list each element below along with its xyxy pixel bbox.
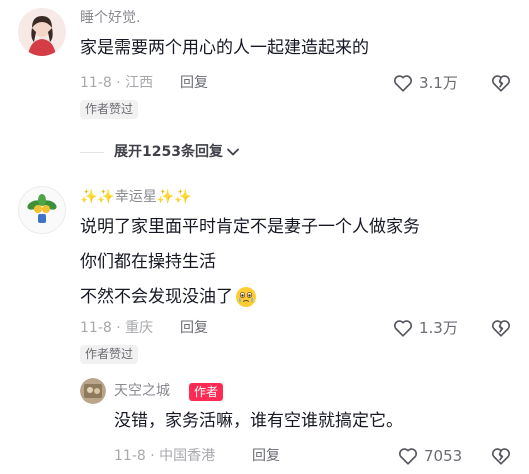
comment-location: 重庆 <box>125 320 154 336</box>
reply-location: 中国香港 <box>159 448 216 464</box>
meta-separator: · <box>116 320 121 336</box>
username[interactable]: ✨✨幸运星✨✨ <box>80 187 192 207</box>
reply-button[interactable]: 回复 <box>180 318 208 338</box>
comment-meta: 11-8 · 江西 <box>80 73 153 93</box>
comment-date: 11-8 <box>80 75 112 91</box>
like-button[interactable]: 1.3万 <box>392 317 458 339</box>
author-tag: 作者 <box>189 383 224 401</box>
author-liked-badge: 作者赞过 <box>80 100 139 119</box>
reply-button[interactable]: 回复 <box>252 446 280 466</box>
expand-replies-button[interactable]: 展开1253条回复 <box>114 142 240 162</box>
comment-text-line: 不然不会发现没油了 <box>80 287 233 307</box>
reply-date: 11-8 <box>114 448 146 464</box>
reply-button[interactable]: 回复 <box>180 73 208 93</box>
comment-text-line: 你们都在操持生活 <box>80 252 216 272</box>
comment-text-line-with-emoji: 不然不会发现没油了 <box>80 285 257 309</box>
meta-separator: · <box>116 75 121 91</box>
chevron-down-icon <box>226 145 240 159</box>
comment-text: 家是需要两个用心的人一起建造起来的 <box>80 38 369 58</box>
avatar[interactable] <box>18 8 66 56</box>
heart-outline-icon <box>397 445 419 467</box>
broken-heart-icon <box>490 317 512 339</box>
like-button[interactable]: 7053 <box>397 445 462 467</box>
comment-date: 11-8 <box>80 320 112 336</box>
username[interactable]: 睡个好觉. <box>80 8 140 28</box>
author-liked-badge: 作者赞过 <box>80 345 139 364</box>
reply-meta: 11-8 · 中国香港 <box>114 446 215 466</box>
meta-separator: · <box>150 448 155 464</box>
expand-divider <box>80 152 104 153</box>
like-count: 3.1万 <box>419 74 458 92</box>
dislike-button[interactable] <box>490 317 512 343</box>
crying-face-emoji-icon <box>235 286 257 308</box>
dislike-button[interactable] <box>490 445 512 471</box>
broken-heart-icon <box>490 445 512 467</box>
comment-text-line: 说明了家里面平时肯定不是妻子一个人做家务 <box>80 217 420 237</box>
avatar[interactable] <box>80 378 106 404</box>
dislike-button[interactable] <box>490 72 512 98</box>
reply-text: 没错，家务活嘛，谁有空谁就搞定它。 <box>114 411 403 431</box>
like-count: 1.3万 <box>419 319 458 337</box>
comment-location: 江西 <box>125 75 154 91</box>
heart-outline-icon <box>392 72 414 94</box>
expand-replies-label: 展开1253条回复 <box>114 144 223 160</box>
comment-meta: 11-8 · 重庆 <box>80 318 153 338</box>
like-count: 7053 <box>424 447 463 465</box>
reply-username[interactable]: 天空之城 <box>114 381 170 401</box>
like-button[interactable]: 3.1万 <box>392 72 458 94</box>
heart-outline-icon <box>392 317 414 339</box>
broken-heart-icon <box>490 72 512 94</box>
avatar[interactable] <box>18 186 66 234</box>
